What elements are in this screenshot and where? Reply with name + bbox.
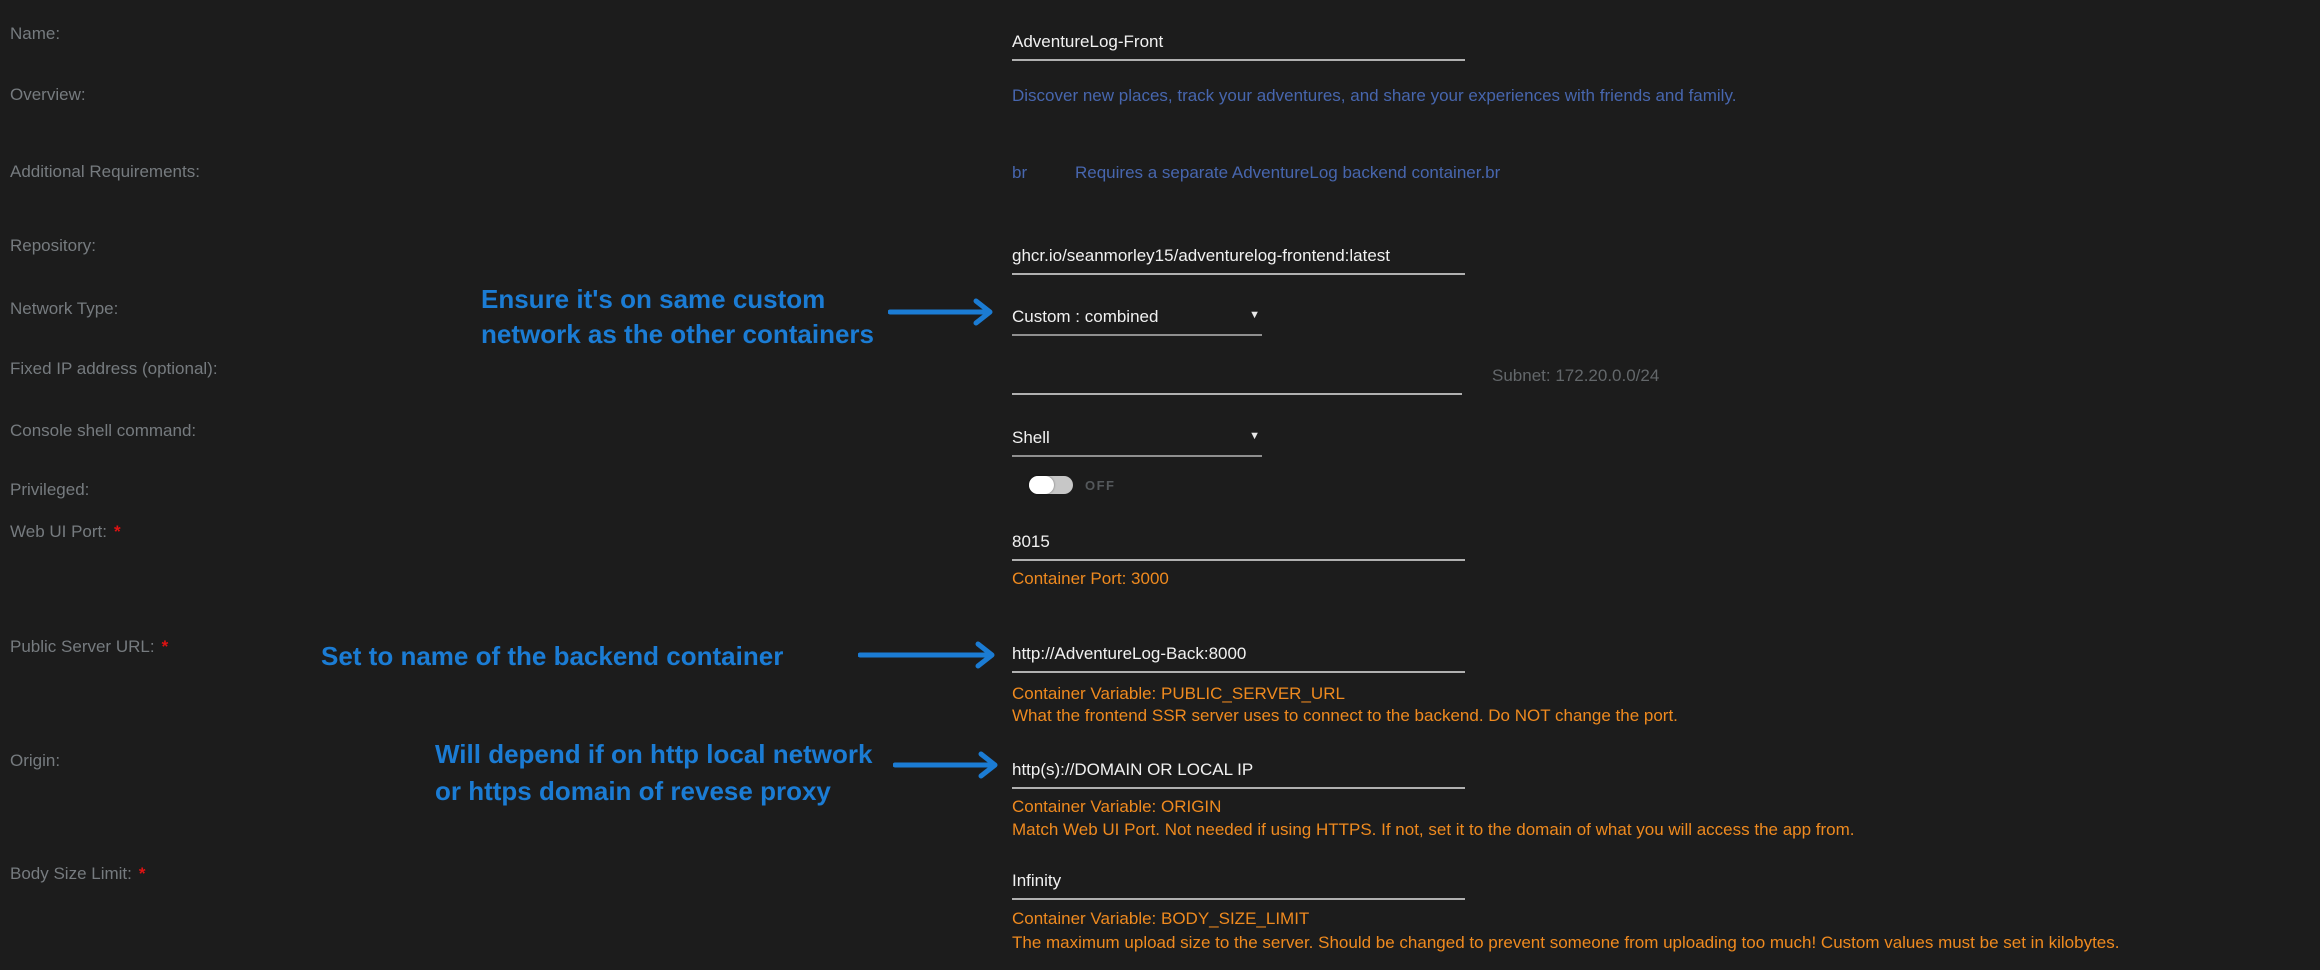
dropdown-caret-icon[interactable]: ▼ [1249,310,1260,321]
name-label: Name: [10,24,60,44]
network-type-value: Custom : combined [1012,307,1158,326]
required-asterisk: * [114,522,121,541]
overview-label: Overview: [10,85,86,105]
privileged-label: Privileged: [10,480,89,500]
body-size-limit-label: Body Size Limit:* [10,864,146,884]
container-settings-form: Name: Overview: Additional Requirements:… [0,0,2320,970]
web-ui-port-input[interactable] [1012,532,1465,561]
additional-requirements-prefix: br [1012,163,1027,183]
console-shell-value: Shell [1012,428,1050,447]
additional-requirements-label: Additional Requirements: [10,162,200,182]
overview-text: Discover new places, track your adventur… [1012,86,1736,106]
name-input[interactable] [1012,32,1465,61]
console-shell-label: Console shell command: [10,421,196,441]
privileged-toggle[interactable] [1029,476,1073,494]
required-asterisk: * [139,864,146,883]
origin-label: Origin: [10,751,60,771]
toggle-knob-icon [1029,476,1054,494]
body-size-limit-variable-help: Container Variable: BODY_SIZE_LIMIT [1012,909,1309,929]
repository-input[interactable] [1012,246,1465,275]
additional-requirements-text: Requires a separate AdventureLog backend… [1075,163,1500,183]
public-server-url-description-help: What the frontend SSR server uses to con… [1012,706,1678,726]
repository-label: Repository: [10,236,96,256]
web-ui-port-label: Web UI Port:* [10,522,121,542]
dropdown-caret-icon[interactable]: ▼ [1249,431,1260,442]
fixed-ip-input[interactable] [1012,366,1462,395]
origin-input[interactable] [1012,760,1465,789]
body-size-limit-description-help: The maximum upload size to the server. S… [1012,933,2119,953]
annotation-arrow-icon [893,749,1007,781]
body-size-limit-input[interactable] [1012,871,1465,900]
origin-description-help: Match Web UI Port. Not needed if using H… [1012,820,1855,840]
privileged-state-label: OFF [1085,478,1116,493]
annotation-public-server-url: Set to name of the backend container [321,641,783,672]
annotation-arrow-icon [888,296,1002,328]
required-asterisk: * [162,637,169,656]
public-server-url-label: Public Server URL:* [10,637,168,657]
network-type-select[interactable]: Custom : combined ▼ [1012,307,1262,336]
origin-variable-help: Container Variable: ORIGIN [1012,797,1221,817]
public-server-url-input[interactable] [1012,644,1465,673]
public-server-url-variable-help: Container Variable: PUBLIC_SERVER_URL [1012,684,1345,704]
annotation-arrow-icon [858,639,1004,671]
console-shell-select[interactable]: Shell ▼ [1012,428,1262,457]
subnet-note: Subnet: 172.20.0.0/24 [1492,366,1659,386]
fixed-ip-label: Fixed IP address (optional): [10,359,218,379]
annotation-origin: Will depend if on http local network or … [435,736,872,810]
annotation-network-type: Ensure it's on same custom network as th… [481,282,874,352]
network-type-label: Network Type: [10,299,118,319]
container-port-help: Container Port: 3000 [1012,569,1169,589]
